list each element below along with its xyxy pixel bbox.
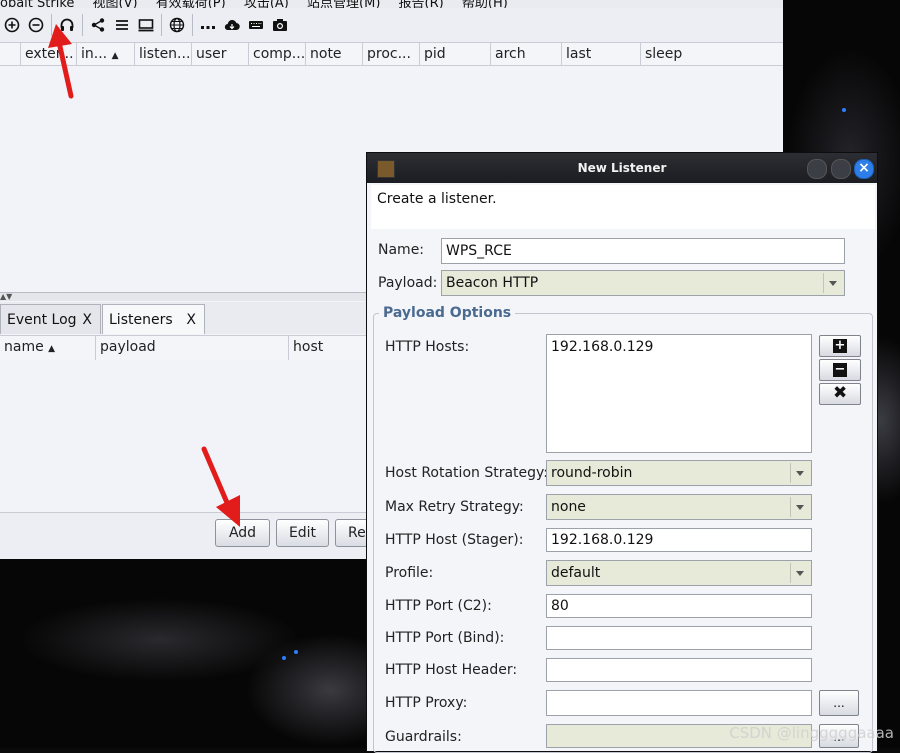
- monitor-icon[interactable]: [134, 13, 158, 37]
- chevron-down-icon: [790, 463, 809, 483]
- plus-icon: +: [833, 338, 847, 353]
- proxy-input[interactable]: [546, 690, 812, 716]
- close-button[interactable]: ×: [854, 159, 874, 179]
- toolbar-separator: [161, 14, 162, 36]
- stager-input[interactable]: 192.168.0.129: [546, 528, 812, 552]
- name-label: Name:: [378, 242, 425, 258]
- rotation-select[interactable]: round-robin: [546, 460, 812, 486]
- retry-label: Max Retry Strategy:: [385, 499, 524, 515]
- red-arrow-annotation: [48, 24, 74, 99]
- dialog-description: Create a listener.: [371, 185, 875, 229]
- port-bind-input[interactable]: [546, 626, 812, 650]
- http-host-item[interactable]: 192.168.0.129: [551, 339, 653, 355]
- clear-hosts-button[interactable]: ✖: [819, 383, 861, 405]
- column-header-sleep[interactable]: sleep: [641, 43, 783, 65]
- retry-select[interactable]: none: [546, 494, 812, 520]
- retry-select-value: none: [551, 499, 586, 515]
- new-listener-dialog: New Listener × Create a listener. Name: …: [366, 152, 878, 753]
- column-header-arch[interactable]: arch: [491, 43, 562, 65]
- menu-reports[interactable]: 报告(R): [399, 0, 444, 8]
- host-header-input[interactable]: [546, 658, 812, 682]
- camera-icon[interactable]: [268, 13, 292, 37]
- column-header-listener[interactable]: listen...: [135, 43, 192, 65]
- port-c2-label: HTTP Port (C2):: [385, 598, 492, 614]
- minus-icon: −: [833, 362, 847, 377]
- watermark: CSDN @lingggggaaaa: [729, 724, 894, 742]
- sort-asc-icon: ▲: [111, 51, 119, 61]
- background-detail: [294, 650, 298, 654]
- menu-view[interactable]: 视图(V): [93, 0, 138, 8]
- http-hosts-label: HTTP Hosts:: [385, 339, 470, 355]
- menu-attack[interactable]: 攻击(A): [244, 0, 289, 8]
- toolbar-separator: [192, 14, 193, 36]
- menu-app[interactable]: obalt Strike: [0, 0, 74, 8]
- remove-host-button[interactable]: −: [819, 359, 861, 381]
- proxy-browse-button[interactable]: ...: [819, 690, 859, 716]
- menu-site-management[interactable]: 站点管理(M): [307, 0, 380, 8]
- column-header-computer[interactable]: comp...: [249, 43, 306, 65]
- close-icon: ×: [858, 160, 870, 176]
- add-circle-icon[interactable]: [0, 13, 24, 37]
- column-header-pid[interactable]: pid: [420, 43, 491, 65]
- minimize-button[interactable]: [807, 159, 827, 179]
- sort-asc-icon: ▲: [48, 344, 56, 354]
- dots-icon[interactable]: [196, 13, 220, 37]
- cloud-icon[interactable]: [220, 13, 244, 37]
- column-header-label: name: [4, 339, 44, 355]
- add-host-button[interactable]: +: [819, 335, 861, 357]
- stager-label: HTTP Host (Stager):: [385, 532, 524, 548]
- column-header-last[interactable]: last: [562, 43, 641, 65]
- menu-help[interactable]: 帮助(H): [462, 0, 508, 8]
- rotation-select-value: round-robin: [551, 465, 633, 481]
- port-c2-input[interactable]: 80: [546, 594, 812, 618]
- app-icon: [377, 160, 395, 178]
- profile-select[interactable]: default: [546, 560, 812, 586]
- list-icon[interactable]: [110, 13, 134, 37]
- column-header-payload[interactable]: payload: [96, 336, 289, 360]
- tab-label: Event Log: [7, 312, 77, 328]
- globe-icon[interactable]: [165, 13, 189, 37]
- x-icon: ✖: [833, 383, 848, 403]
- background-detail: [842, 108, 846, 112]
- tab-listeners[interactable]: Listeners X: [102, 304, 205, 334]
- keyboard-icon[interactable]: [244, 13, 268, 37]
- dialog-titlebar[interactable]: New Listener ×: [367, 153, 877, 183]
- rotation-label: Host Rotation Strategy:: [385, 465, 549, 481]
- chevron-down-icon: [790, 497, 809, 517]
- guardrails-label: Guardrails:: [385, 729, 462, 745]
- payload-options-title: Payload Options: [379, 305, 516, 321]
- name-input[interactable]: WPS_RCE: [441, 238, 845, 264]
- menubar: obalt Strike 视图(V) 有效载荷(P) 攻击(A) 站点管理(M)…: [0, 0, 783, 8]
- tab-event-log[interactable]: Event Log X: [0, 304, 101, 334]
- column-header[interactable]: [0, 43, 21, 65]
- toolbar: [0, 8, 783, 43]
- collapse-arrows-icon[interactable]: ▲▼: [0, 292, 12, 301]
- profile-label: Profile:: [385, 565, 434, 581]
- menu-payload[interactable]: 有效载荷(P): [156, 0, 226, 8]
- chevron-down-icon: [790, 563, 809, 583]
- red-arrow-annotation: [201, 446, 240, 527]
- column-header-note[interactable]: note: [306, 43, 363, 65]
- beacon-table-header: exter... in... ▲ listen... user comp... …: [0, 43, 783, 66]
- background-detail: [282, 656, 286, 660]
- edit-button[interactable]: Edit: [276, 519, 329, 547]
- http-hosts-list[interactable]: 192.168.0.129: [546, 334, 812, 453]
- maximize-button[interactable]: [831, 159, 851, 179]
- tab-close-icon[interactable]: X: [82, 305, 92, 335]
- payload-select-value: Beacon HTTP: [446, 275, 539, 291]
- chevron-down-icon: [823, 273, 842, 293]
- tab-label: Listeners: [109, 312, 173, 328]
- column-header-name[interactable]: name ▲: [0, 336, 96, 360]
- column-header-process[interactable]: proc...: [363, 43, 420, 65]
- dialog-title: New Listener: [577, 161, 667, 175]
- profile-select-value: default: [551, 565, 601, 581]
- proxy-label: HTTP Proxy:: [385, 695, 468, 711]
- column-header-user[interactable]: user: [192, 43, 249, 65]
- tab-close-icon[interactable]: X: [186, 305, 196, 335]
- port-bind-label: HTTP Port (Bind):: [385, 630, 505, 646]
- payload-label: Payload:: [378, 275, 438, 291]
- host-header-label: HTTP Host Header:: [385, 662, 518, 678]
- payload-select[interactable]: Beacon HTTP: [441, 270, 845, 296]
